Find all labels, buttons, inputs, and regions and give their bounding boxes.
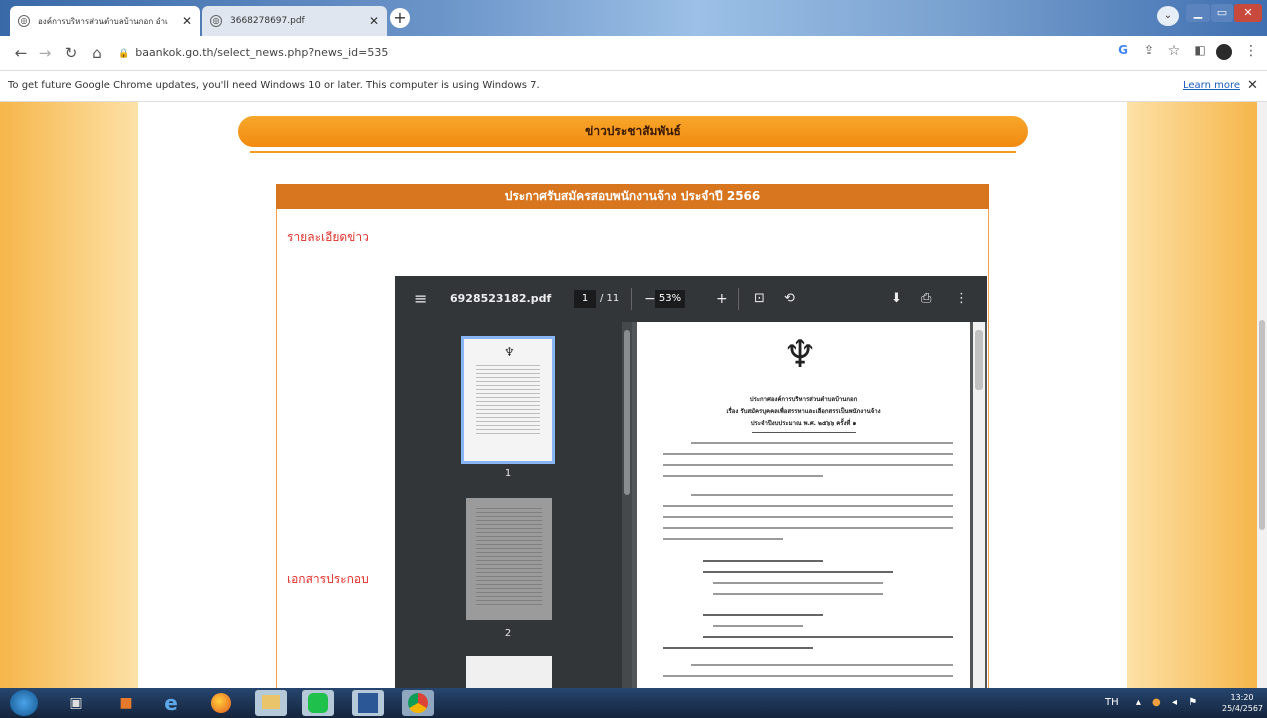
zoom-input[interactable]: 53%: [655, 290, 685, 308]
pdf-page-scroll-thumb[interactable]: [975, 330, 983, 390]
network-icon[interactable]: ●: [1152, 697, 1161, 708]
doc-heading-1: ประกาศองค์การบริหารส่วนตำบลบ้านกอก: [749, 396, 858, 403]
zoom-in-icon[interactable]: +: [716, 276, 728, 322]
emblem-icon: ♆: [504, 345, 515, 359]
info-close-icon[interactable]: ✕: [1247, 71, 1258, 101]
toolbar-divider: [631, 288, 632, 310]
back-icon[interactable]: ←: [12, 44, 30, 62]
side-panel-icon[interactable]: ◧: [1191, 43, 1209, 57]
left-background: [0, 102, 138, 688]
attachment-label: เอกสารประกอบ: [287, 572, 369, 586]
file-manager-icon[interactable]: [255, 690, 287, 716]
chrome-icon[interactable]: [402, 690, 434, 716]
info-bar: To get future Google Chrome updates, you…: [0, 71, 1267, 102]
fit-page-icon[interactable]: ⊡: [754, 276, 765, 322]
menu-icon[interactable]: ⋮: [1242, 43, 1260, 59]
page-total: / 11: [600, 293, 620, 304]
thumbnail-text-lines: [476, 508, 542, 608]
globe-icon: ◎: [210, 15, 222, 27]
pdf-menu-icon[interactable]: ≡: [414, 276, 427, 322]
rotate-icon[interactable]: ⟲: [784, 276, 795, 322]
internet-explorer-icon[interactable]: e: [155, 690, 187, 716]
office-icon[interactable]: ■: [110, 690, 142, 716]
section-divider: [250, 151, 1016, 153]
page-scroll-thumb[interactable]: [1259, 320, 1265, 530]
forward-icon[interactable]: →: [36, 44, 54, 62]
share-icon[interactable]: ⇪: [1140, 43, 1158, 57]
translate-icon[interactable]: G: [1114, 43, 1132, 57]
new-tab-button[interactable]: +: [390, 8, 410, 28]
clock[interactable]: 13:20 25/4/2567: [1222, 692, 1264, 714]
url-field[interactable]: 🔒 baankok.go.th/select_news.php?news_id=5…: [118, 42, 1098, 64]
firefox-icon[interactable]: [205, 690, 237, 716]
pdf-filename: 6928523182.pdf: [450, 292, 552, 305]
url-text: baankok.go.th/select_news.php?news_id=53…: [135, 46, 389, 59]
page-number-input[interactable]: 1: [574, 290, 596, 308]
tab-baankok[interactable]: ◎ องค์การบริหารส่วนตำบลบ้านกอก อำเ ✕: [10, 6, 200, 36]
minimize-button[interactable]: ▁: [1186, 4, 1210, 22]
news-title: ประกาศรับสมัครสอบพนักงานจ้าง ประจำปี 256…: [276, 184, 989, 209]
tray-expand-icon[interactable]: ▴: [1136, 697, 1141, 708]
thumbnail-number: 1: [504, 468, 512, 479]
right-background: [1127, 102, 1257, 688]
thumbnail-text-lines: [476, 365, 540, 435]
system-tray: TH ▴ ● ◂ ⚑: [1105, 688, 1197, 718]
thumbnail-number: 2: [504, 628, 512, 639]
thumbnail-page-1[interactable]: ♆: [461, 336, 555, 464]
doc-divider: [752, 432, 856, 433]
tab-title: 3668278697.pdf: [230, 16, 305, 26]
doc-heading-2: เรื่อง รับสมัครบุคคลเพื่อสรรหาและเลือกสร…: [726, 408, 881, 415]
word-icon[interactable]: [352, 690, 384, 716]
taskbar: [0, 688, 1267, 718]
profile-avatar[interactable]: [1216, 44, 1232, 60]
download-icon[interactable]: ⬇: [891, 276, 902, 322]
maximize-button[interactable]: ▭: [1211, 4, 1233, 22]
globe-icon: ◎: [18, 15, 30, 27]
tab-title: องค์การบริหารส่วนตำบลบ้านกอก อำเ: [38, 16, 168, 26]
bookmark-star-icon[interactable]: ☆: [1165, 43, 1183, 59]
start-button[interactable]: [10, 690, 38, 716]
home-icon[interactable]: ⌂: [88, 44, 106, 62]
thumbnail-page-3[interactable]: [466, 656, 552, 688]
close-tab-icon[interactable]: ✕: [369, 14, 379, 28]
detail-label: รายละเอียดข่าว: [287, 230, 369, 244]
window-close-button[interactable]: ✕: [1234, 4, 1262, 22]
language-indicator[interactable]: TH: [1105, 697, 1119, 708]
close-tab-icon[interactable]: ✕: [182, 14, 192, 28]
reload-icon[interactable]: ↻: [62, 44, 80, 62]
lock-icon: 🔒: [118, 49, 130, 59]
zoom-out-icon[interactable]: −: [644, 276, 656, 322]
garuda-emblem-icon: ♆: [783, 332, 818, 376]
doc-body-text: [663, 442, 953, 684]
thumbnail-scroll-thumb[interactable]: [624, 330, 630, 495]
print-icon[interactable]: ⎙: [921, 276, 931, 322]
doc-heading-3: ประจำปีงบประมาณ พ.ศ. ๒๕๖๖ ครั้งที่ ๑: [750, 420, 857, 427]
info-message: To get future Google Chrome updates, you…: [8, 80, 540, 91]
thumbnail-page-2[interactable]: [466, 498, 552, 620]
flag-icon[interactable]: ⚑: [1188, 697, 1197, 708]
section-title: ข่าวประชาสัมพันธ์: [238, 116, 1028, 147]
clock-time: 13:20: [1230, 693, 1254, 702]
explorer-icon[interactable]: ▣: [60, 690, 92, 716]
toolbar-divider: [738, 288, 739, 310]
volume-icon[interactable]: ◂: [1172, 697, 1177, 708]
tab-pdf[interactable]: ◎ 3668278697.pdf ✕: [202, 6, 387, 36]
more-actions-icon[interactable]: ⋮: [955, 276, 968, 322]
line-app-icon[interactable]: [302, 690, 334, 716]
learn-more-link[interactable]: Learn more: [1183, 71, 1240, 101]
clock-date: 25/4/2567: [1222, 704, 1264, 713]
tab-search-icon[interactable]: ⌄: [1157, 6, 1179, 26]
